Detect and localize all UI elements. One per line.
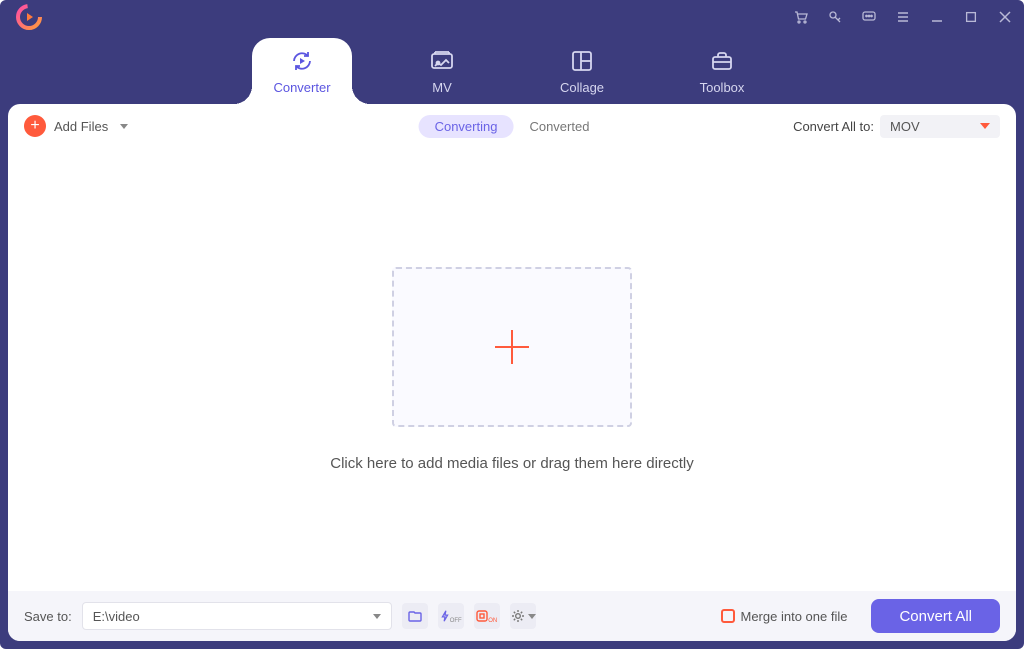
output-format-select[interactable]: MOV: [880, 115, 1000, 138]
hardware-accel-button[interactable]: OFF: [438, 603, 464, 629]
app-window: Converter MV Collage Toolbox: [0, 0, 1024, 649]
cart-icon[interactable]: [792, 8, 810, 26]
tab-converter[interactable]: Converter: [252, 38, 352, 104]
save-path-select[interactable]: E:\video: [82, 602, 392, 630]
close-icon[interactable]: [996, 8, 1014, 26]
convert-all-button[interactable]: Convert All: [871, 599, 1000, 633]
open-folder-button[interactable]: [402, 603, 428, 629]
tab-mv[interactable]: MV: [392, 38, 492, 104]
main-tabs: Converter MV Collage Toolbox: [0, 34, 1024, 104]
minimize-icon[interactable]: [928, 8, 946, 26]
titlebar: [0, 0, 1024, 34]
menu-icon[interactable]: [894, 8, 912, 26]
output-format-value: MOV: [890, 119, 920, 134]
status-segmented: Converting Converted: [419, 115, 606, 138]
tab-converted[interactable]: Converted: [513, 115, 605, 138]
convert-all-to: Convert All to: MOV: [793, 115, 1000, 138]
footer: Save to: E:\video OFF ON: [8, 591, 1016, 641]
feedback-icon[interactable]: [860, 8, 878, 26]
tab-label: Toolbox: [700, 80, 745, 95]
high-speed-button[interactable]: ON: [474, 603, 500, 629]
maximize-icon[interactable]: [962, 8, 980, 26]
window-controls: [792, 0, 1014, 34]
tab-toolbox[interactable]: Toolbox: [672, 38, 772, 104]
chevron-down-icon: [528, 614, 536, 619]
drop-area: Click here to add media files or drag th…: [8, 148, 1016, 591]
merge-label: Merge into one file: [741, 609, 848, 624]
chevron-down-icon: [980, 123, 990, 129]
app-logo: [16, 4, 42, 30]
toolbar: + Add Files Converting Converted Convert…: [8, 104, 1016, 148]
merge-checkbox[interactable]: Merge into one file: [721, 609, 848, 624]
plus-icon: +: [24, 115, 46, 137]
convert-all-to-label: Convert All to:: [793, 119, 874, 134]
chevron-down-icon[interactable]: [120, 124, 128, 129]
add-media-dropzone[interactable]: [392, 267, 632, 427]
chevron-down-icon: [373, 614, 381, 619]
dropzone-hint: Click here to add media files or drag th…: [330, 455, 694, 472]
save-to-label: Save to:: [24, 609, 72, 624]
checkbox-icon: [721, 609, 735, 623]
tab-label: Collage: [560, 80, 604, 95]
settings-button[interactable]: [510, 603, 536, 629]
tab-converting[interactable]: Converting: [419, 115, 514, 138]
add-files-label: Add Files: [54, 119, 108, 134]
tab-label: MV: [432, 80, 452, 95]
workarea: + Add Files Converting Converted Convert…: [8, 104, 1016, 641]
tab-collage[interactable]: Collage: [532, 38, 632, 104]
tab-label: Converter: [273, 80, 330, 95]
add-files-button[interactable]: + Add Files: [24, 115, 128, 137]
key-icon[interactable]: [826, 8, 844, 26]
save-path-value: E:\video: [93, 609, 140, 624]
